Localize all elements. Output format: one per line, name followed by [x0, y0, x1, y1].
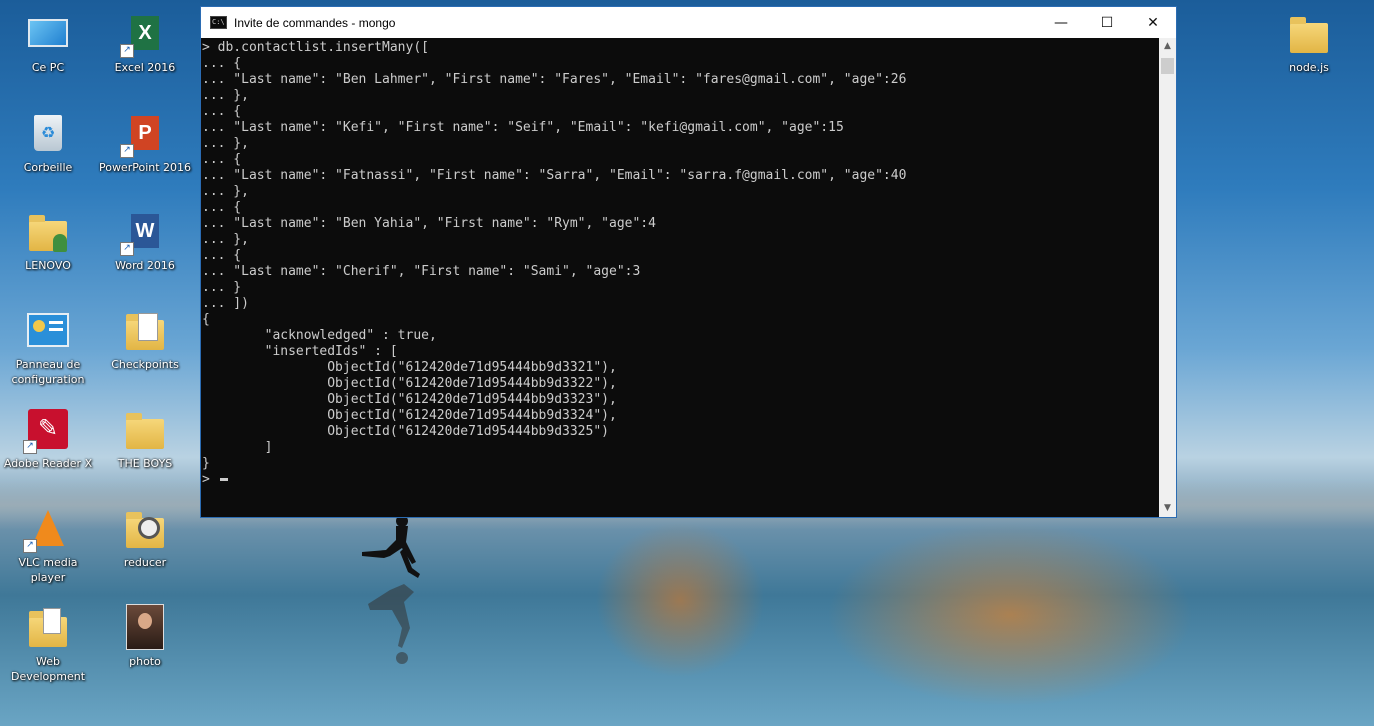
console-line: ... { [202, 152, 242, 167]
console-line: ... { [202, 200, 242, 215]
console-prompt-line[interactable]: > [202, 472, 1159, 488]
scroll-up-arrow-icon[interactable]: ▲ [1159, 38, 1176, 55]
desktop-icon-the-boys[interactable]: THE BOYS [97, 406, 193, 471]
console-line: ... } [202, 280, 242, 295]
folder-icon [25, 604, 71, 650]
window-titlebar[interactable]: C:\ Invite de commandes - mongo — ☐ ✕ [201, 7, 1176, 38]
close-button[interactable]: ✕ [1130, 7, 1176, 38]
adobe-reader-icon: ✎ ↗ [23, 406, 71, 454]
console-output[interactable]: > db.contactlist.insertMany([ ... { ... … [201, 38, 1159, 517]
shortcut-arrow-icon: ↗ [23, 539, 37, 553]
window-controls: — ☐ ✕ [1038, 7, 1176, 38]
console-line: ObjectId("612420de71d95444bb9d3323"), [202, 392, 617, 407]
console-line: ObjectId("612420de71d95444bb9d3325") [202, 424, 609, 439]
console-line: ObjectId("612420de71d95444bb9d3322"), [202, 376, 617, 391]
desktop-icon-excel[interactable]: X ↗ Excel 2016 [97, 10, 193, 75]
desktop-icon-adobe-reader[interactable]: ✎ ↗ Adobe Reader X [0, 406, 96, 471]
computer-icon [25, 10, 71, 56]
console-line: "insertedIds" : [ [202, 344, 398, 359]
scroll-down-arrow-icon[interactable]: ▼ [1159, 500, 1176, 517]
wallpaper-runner-silhouette [362, 518, 420, 664]
vlc-cone-icon: ↗ [23, 505, 71, 553]
console-line: ... { [202, 104, 242, 119]
console-line: ... { [202, 56, 242, 71]
vertical-scrollbar[interactable]: ▲ ▼ [1159, 38, 1176, 517]
desktop-icon-lenovo[interactable]: LENOVO [0, 208, 96, 273]
desktop-icon-reducer[interactable]: reducer [97, 505, 193, 570]
recycle-bin-icon: ♻ [25, 110, 71, 156]
console-line: ... "Last name": "Fatnassi", "First name… [202, 168, 907, 183]
console-line: } [202, 456, 210, 471]
excel-icon: X ↗ [120, 10, 168, 58]
desktop-icon-photo[interactable]: photo [97, 604, 193, 669]
shortcut-arrow-icon: ↗ [23, 440, 37, 454]
media-folder-icon [122, 505, 168, 551]
user-folder-icon [25, 208, 71, 254]
control-panel-icon [25, 307, 71, 353]
desktop-icon-ce-pc[interactable]: Ce PC [0, 10, 96, 75]
console-line: > db.contactlist.insertMany([ [202, 40, 429, 55]
scrollbar-thumb[interactable] [1161, 58, 1174, 74]
maximize-button[interactable]: ☐ [1084, 7, 1130, 38]
console-line: ObjectId("612420de71d95444bb9d3324"), [202, 408, 617, 423]
console-line: ... }, [202, 88, 249, 103]
desktop-icon-checkpoints[interactable]: Checkpoints [97, 307, 193, 372]
console-line: ] [202, 440, 273, 455]
console-line: ... }, [202, 184, 249, 199]
desktop-icon-corbeille[interactable]: ♻ Corbeille [0, 110, 96, 175]
console-line: ... }, [202, 136, 249, 151]
minimize-button[interactable]: — [1038, 7, 1084, 38]
shortcut-arrow-icon: ↗ [120, 144, 134, 158]
cmd-app-icon: C:\ [210, 16, 227, 29]
command-prompt-window[interactable]: C:\ Invite de commandes - mongo — ☐ ✕ > … [200, 6, 1177, 518]
desktop-icon-web-development[interactable]: Web Development [0, 604, 96, 684]
console-line: ... }, [202, 232, 249, 247]
console-line: ... "Last name": "Ben Yahia", "First nam… [202, 216, 656, 231]
text-cursor [219, 478, 228, 481]
desktop-icon-nodejs[interactable]: node.js [1261, 10, 1357, 75]
desktop-icon-powerpoint[interactable]: P ↗ PowerPoint 2016 [97, 110, 193, 175]
folder-icon [1286, 10, 1332, 56]
desktop-icon-word[interactable]: W ↗ Word 2016 [97, 208, 193, 273]
photo-thumbnail-icon [122, 604, 168, 650]
shortcut-arrow-icon: ↗ [120, 44, 134, 58]
console-prompt: > [202, 472, 218, 487]
desktop-icon-vlc[interactable]: ↗ VLC media player [0, 505, 96, 585]
word-icon: W ↗ [120, 208, 168, 256]
window-title: Invite de commandes - mongo [234, 15, 396, 30]
folder-icon [122, 307, 168, 353]
console-line: ... "Last name": "Cherif", "First name":… [202, 264, 641, 279]
console-line: ... "Last name": "Ben Lahmer", "First na… [202, 72, 907, 87]
folder-icon [122, 406, 168, 452]
console-line: ... ]) [202, 296, 249, 311]
console-line: { [202, 312, 210, 327]
powerpoint-icon: P ↗ [120, 110, 168, 158]
console-line: "acknowledged" : true, [202, 328, 437, 343]
shortcut-arrow-icon: ↗ [120, 242, 134, 256]
console-line: ... "Last name": "Kefi", "First name": "… [202, 120, 844, 135]
desktop-icon-panneau-de-configuration[interactable]: Panneau de configuration [0, 307, 96, 387]
console-line: ObjectId("612420de71d95444bb9d3321"), [202, 360, 617, 375]
console-line: ... { [202, 248, 242, 263]
